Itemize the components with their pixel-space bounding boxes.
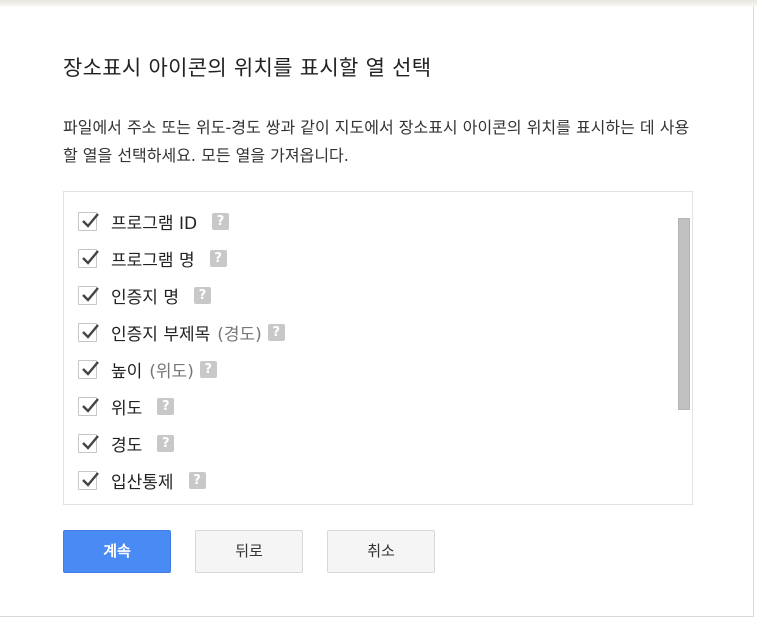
column-row[interactable]: 경도 ? [64,426,674,463]
column-row[interactable]: 높이 (위도) ? [64,352,674,389]
column-row[interactable]: 프로그램 명 ? [64,241,674,278]
column-label: 위도 ? [111,394,175,419]
checkmark-icon [82,361,99,376]
column-label: 프로그램 ID ? [111,209,230,234]
help-icon[interactable]: ? [193,287,211,304]
checkmark-icon [82,324,99,339]
checkbox[interactable] [78,212,99,231]
checkmark-icon [82,435,99,450]
checkmark-icon [82,213,99,228]
column-label: 높이 (위도) ? [111,357,217,382]
column-row[interactable]: 인증지 명 ? [64,278,674,315]
help-icon[interactable]: ? [212,213,230,230]
column-name: 프로그램 명 [111,251,195,271]
checkbox[interactable] [78,323,99,342]
column-list: 프로그램 ID ? 프로그램 명 ? 인증지 명 ? 인증지 부제목 (경도) … [63,191,693,505]
checkbox[interactable] [78,360,99,379]
checkbox[interactable] [78,397,99,416]
column-row[interactable]: 프로그램 ID ? [64,204,674,241]
column-name: 높이 [111,362,143,382]
column-label: 인증지 명 ? [111,283,211,308]
dialog-title: 장소표시 아이콘의 위치를 표시할 열 선택 [63,56,432,80]
column-name: 인증지 명 [111,288,179,308]
help-icon[interactable]: ? [157,398,175,415]
column-label: 인증지 부제목 (경도) ? [111,320,285,345]
column-list-items: 프로그램 ID ? 프로그램 명 ? 인증지 명 ? 인증지 부제목 (경도) … [64,204,674,500]
checkbox[interactable] [78,471,99,490]
column-label: 프로그램 명 ? [111,246,227,271]
column-row[interactable]: 입산통제 ? [64,463,674,500]
column-name: 프로그램 ID [111,214,198,234]
help-icon[interactable]: ? [157,435,175,452]
column-row[interactable]: 위도 ? [64,389,674,426]
help-icon[interactable]: ? [209,250,227,267]
checkmark-icon [82,472,99,487]
help-icon[interactable]: ? [188,472,206,489]
column-name: 경도 [111,436,143,456]
checkbox[interactable] [78,249,99,268]
continue-button[interactable]: 계속 [63,530,171,573]
column-name: 인증지 부제목 [111,325,211,345]
back-button[interactable]: 뒤로 [195,530,303,573]
checkbox[interactable] [78,286,99,305]
help-icon[interactable]: ? [199,361,217,378]
column-type-hint: (위도) [149,362,194,382]
checkbox[interactable] [78,434,99,453]
column-name: 입산통제 [111,473,174,493]
checkmark-icon [82,398,99,413]
help-icon[interactable]: ? [267,324,285,341]
checkmark-icon [82,250,99,265]
scrollbar[interactable] [678,218,690,410]
column-type-hint: (경도) [217,325,262,345]
select-location-columns-dialog: 장소표시 아이콘의 위치를 표시할 열 선택 파일에서 주소 또는 위도-경도 … [0,6,754,617]
scrollbar-thumb[interactable] [678,218,690,410]
cancel-button[interactable]: 취소 [327,530,435,573]
column-label: 입산통제 ? [111,468,206,493]
checkmark-icon [82,287,99,302]
column-row[interactable]: 인증지 부제목 (경도) ? [64,315,674,352]
column-name: 위도 [111,399,143,419]
dialog-description: 파일에서 주소 또는 위도-경도 쌍과 같이 지도에서 장소표시 아이콘의 위치… [63,118,690,165]
column-label: 경도 ? [111,431,175,456]
